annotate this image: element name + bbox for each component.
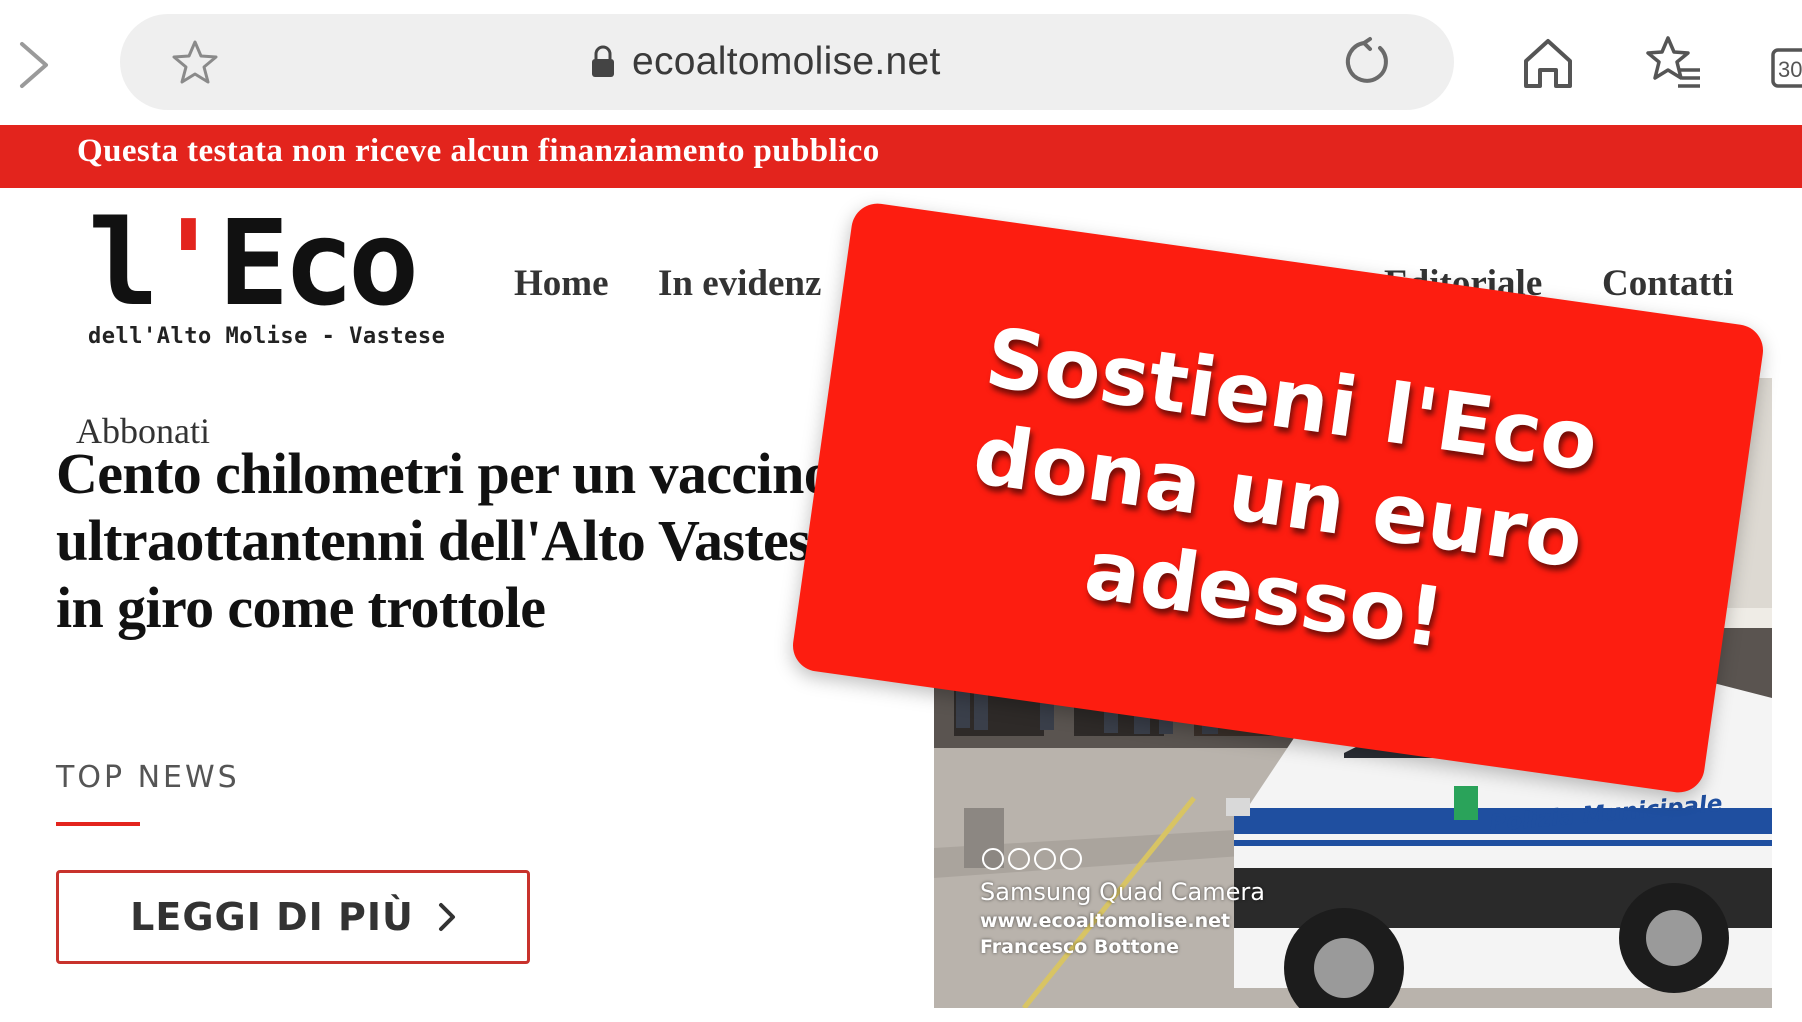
photo-watermark-camera: Samsung Quad Camera: [980, 878, 1265, 906]
favorites-list-icon[interactable]: [1644, 34, 1702, 92]
lock-icon: [592, 45, 614, 77]
banner-text: Questa testata non riceve alcun finanzia…: [77, 133, 880, 169]
tabs-icon[interactable]: 30: [1770, 42, 1802, 88]
section-divider: [56, 822, 140, 826]
address-bar[interactable]: ecoaltomolise.net: [120, 14, 1454, 110]
section-label: TOP NEWS: [56, 760, 240, 795]
read-more-label: LEGGI DI PIÙ: [130, 895, 414, 939]
funding-banner: Questa testata non riceve alcun finanzia…: [0, 125, 1802, 188]
article-headline[interactable]: Cento chilometri per un vaccino, ultraot…: [56, 440, 896, 641]
logo-tagline: dell'Alto Molise - Vastese: [88, 324, 446, 349]
url-text: ecoaltomolise.net: [632, 40, 941, 83]
nav-item-contatti[interactable]: Contatti: [1602, 262, 1734, 305]
chevron-right-icon[interactable]: [14, 40, 54, 90]
photo-watermark-site: www.ecoaltomolise.net: [980, 910, 1231, 932]
star-icon[interactable]: [170, 38, 220, 88]
url-display[interactable]: ecoaltomolise.net: [590, 34, 941, 90]
home-icon[interactable]: [1521, 36, 1575, 90]
photo-watermark-author: Francesco Bottone: [980, 936, 1180, 958]
camera-lens-marks: [982, 848, 1082, 870]
tab-count: 30: [1778, 57, 1802, 82]
chevron-right-icon: [438, 903, 455, 931]
site-logo[interactable]: l'Eco dell'Alto Molise - Vastese: [88, 204, 468, 352]
nav-item-in-evidenza[interactable]: In evidenz: [658, 262, 821, 305]
reload-icon[interactable]: [1340, 36, 1392, 88]
logo-wordmark: l'Eco: [88, 194, 419, 332]
browser-toolbar: ecoaltomolise.net 30: [0, 0, 1802, 125]
read-more-button[interactable]: LEGGI DI PIÙ: [56, 870, 530, 964]
nav-item-home[interactable]: Home: [514, 262, 609, 305]
